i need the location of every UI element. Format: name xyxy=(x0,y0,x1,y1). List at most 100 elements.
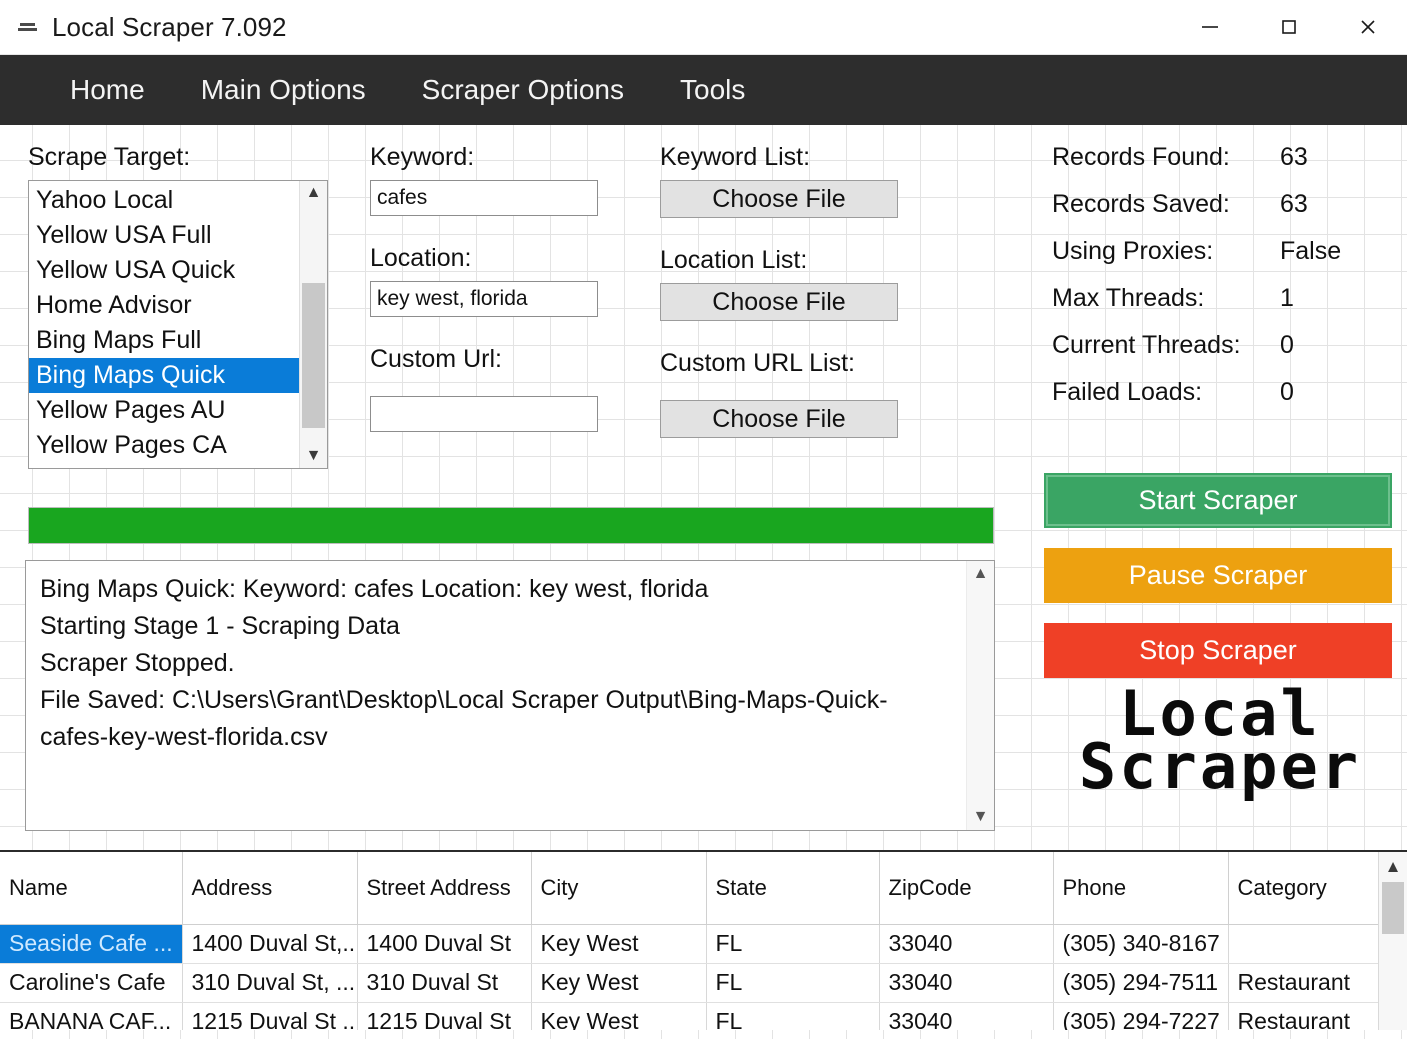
table-cell-category[interactable]: Restaurant xyxy=(1228,963,1378,1002)
window-title: Local Scraper 7.092 xyxy=(52,12,287,43)
table-row[interactable]: Caroline's Cafe 310 Duval St, ... 310 Du… xyxy=(0,963,1378,1002)
table-cell-street-address[interactable]: 1400 Duval St xyxy=(357,924,531,963)
scrape-progress-bar xyxy=(28,507,994,544)
table-cell-category[interactable] xyxy=(1228,924,1378,963)
table-cell-address[interactable]: 1215 Duval St ... xyxy=(182,1002,357,1030)
scrollbar-thumb[interactable] xyxy=(1382,882,1404,934)
list-item[interactable]: Yellow USA Full xyxy=(29,218,299,253)
list-item[interactable]: Yahoo Local xyxy=(29,183,299,218)
column-header-phone[interactable]: Phone xyxy=(1053,852,1228,924)
table-cell-phone[interactable]: (305) 294-7511 xyxy=(1053,963,1228,1002)
scrape-target-scrollbar[interactable]: ▲ ▼ xyxy=(299,181,327,468)
table-header-row: Name Address Street Address City State Z… xyxy=(0,852,1378,924)
stat-value: 1 xyxy=(1280,284,1294,313)
stat-failed-loads: Failed Loads: 0 xyxy=(1052,378,1392,425)
column-header-name[interactable]: Name xyxy=(0,852,182,924)
stat-label: Max Threads: xyxy=(1052,284,1204,313)
data-grid-scrollbar[interactable]: ▲ xyxy=(1378,852,1407,1030)
stat-value: 63 xyxy=(1280,143,1308,172)
list-item[interactable]: Yellow Pages CA xyxy=(29,428,299,463)
table-cell-city[interactable]: Key West xyxy=(531,1002,706,1030)
list-item[interactable]: Yellow Pages AU xyxy=(29,393,299,428)
table-cell-state[interactable]: FL xyxy=(706,963,879,1002)
table-cell-phone[interactable]: (305) 340-8167 xyxy=(1053,924,1228,963)
scrollbar-track[interactable] xyxy=(300,201,327,448)
column-header-city[interactable]: City xyxy=(531,852,706,924)
table-cell-name[interactable]: Seaside Cafe ... xyxy=(0,924,182,963)
menu-item-home[interactable]: Home xyxy=(42,68,173,112)
custom-url-label: Custom Url: xyxy=(370,345,610,374)
location-list-choose-file-button[interactable]: Choose File xyxy=(660,283,898,321)
column-header-street-address[interactable]: Street Address xyxy=(357,852,531,924)
column-header-address[interactable]: Address xyxy=(182,852,357,924)
scrape-target-listbox[interactable]: Yahoo Local Yellow USA Full Yellow USA Q… xyxy=(28,180,328,469)
main-content-area: Scrape Target: Yahoo Local Yellow USA Fu… xyxy=(0,125,1407,1039)
location-field-group: Location: xyxy=(370,244,610,317)
location-list-group: Location List: Choose File xyxy=(660,246,900,321)
chevron-up-icon[interactable]: ▲ xyxy=(973,566,989,582)
table-cell-street-address[interactable]: 1215 Duval St xyxy=(357,1002,531,1030)
table-row[interactable]: BANANA CAF... 1215 Duval St ... 1215 Duv… xyxy=(0,1002,1378,1030)
chevron-down-icon[interactable]: ▼ xyxy=(973,809,989,825)
menu-item-tools[interactable]: Tools xyxy=(652,68,773,112)
keyword-list-choose-file-button[interactable]: Choose File xyxy=(660,180,898,218)
stat-current-threads: Current Threads: 0 xyxy=(1052,331,1392,378)
stat-label: Records Saved: xyxy=(1052,190,1230,219)
table-cell-name[interactable]: Caroline's Cafe xyxy=(0,963,182,1002)
chevron-up-icon[interactable]: ▲ xyxy=(1385,858,1402,875)
column-header-zipcode[interactable]: ZipCode xyxy=(879,852,1053,924)
table-row[interactable]: Seaside Cafe ... 1400 Duval St,... 1400 … xyxy=(0,924,1378,963)
table-cell-city[interactable]: Key West xyxy=(531,963,706,1002)
app-logo-icon xyxy=(14,14,40,40)
stop-scraper-button[interactable]: Stop Scraper xyxy=(1044,623,1392,678)
list-item[interactable]: Yellow USA Quick xyxy=(29,253,299,288)
keyword-list-group: Keyword List: Choose File xyxy=(660,143,900,218)
table-cell-address[interactable]: 1400 Duval St,... xyxy=(182,924,357,963)
custom-url-list-choose-file-button[interactable]: Choose File xyxy=(660,400,898,438)
keyword-list-label: Keyword List: xyxy=(660,143,900,172)
menu-item-main-options[interactable]: Main Options xyxy=(173,68,394,112)
start-scraper-button[interactable]: Start Scraper xyxy=(1044,473,1392,528)
scrollbar-thumb[interactable] xyxy=(302,283,325,429)
pause-scraper-button[interactable]: Pause Scraper xyxy=(1044,548,1392,603)
table-cell-state[interactable]: FL xyxy=(706,924,879,963)
progress-bar-fill xyxy=(29,508,993,543)
chevron-up-icon[interactable]: ▲ xyxy=(306,185,322,201)
log-scrollbar[interactable]: ▲ ▼ xyxy=(966,561,994,830)
log-output-box[interactable]: Bing Maps Quick: Keyword: cafes Location… xyxy=(25,560,995,831)
title-bar: Local Scraper 7.092 xyxy=(0,0,1407,55)
table-cell-address[interactable]: 310 Duval St, ... xyxy=(182,963,357,1002)
statistics-panel: Records Found: 63 Records Saved: 63 Usin… xyxy=(1052,143,1392,425)
minimize-button[interactable] xyxy=(1170,0,1249,55)
chevron-down-icon[interactable]: ▼ xyxy=(306,448,322,464)
keyword-input[interactable] xyxy=(370,180,598,216)
stat-records-found: Records Found: 63 xyxy=(1052,143,1392,190)
stat-records-saved: Records Saved: 63 xyxy=(1052,190,1392,237)
column-header-category[interactable]: Category xyxy=(1228,852,1378,924)
keyword-fields-column: Keyword: Location: Custom Url: xyxy=(370,143,610,460)
close-button[interactable] xyxy=(1328,0,1407,55)
log-output-text: Bing Maps Quick: Keyword: cafes Location… xyxy=(26,561,966,830)
table-cell-zipcode[interactable]: 33040 xyxy=(879,1002,1053,1030)
list-item[interactable]: Bing Maps Full xyxy=(29,323,299,358)
list-item-selected[interactable]: Bing Maps Quick xyxy=(29,358,299,393)
column-header-state[interactable]: State xyxy=(706,852,879,924)
table-cell-name[interactable]: BANANA CAF... xyxy=(0,1002,182,1030)
location-input[interactable] xyxy=(370,281,598,317)
maximize-button[interactable] xyxy=(1249,0,1328,55)
list-item[interactable]: Home Advisor xyxy=(29,288,299,323)
stat-value: 0 xyxy=(1280,378,1294,407)
menu-item-scraper-options[interactable]: Scraper Options xyxy=(394,68,652,112)
custom-url-input[interactable] xyxy=(370,396,598,432)
table-cell-phone[interactable]: (305) 294-7227 xyxy=(1053,1002,1228,1030)
table-cell-zipcode[interactable]: 33040 xyxy=(879,924,1053,963)
table-cell-state[interactable]: FL xyxy=(706,1002,879,1030)
table-cell-city[interactable]: Key West xyxy=(531,924,706,963)
table-cell-zipcode[interactable]: 33040 xyxy=(879,963,1053,1002)
table-cell-category[interactable]: Restaurant xyxy=(1228,1002,1378,1030)
results-table: Name Address Street Address City State Z… xyxy=(0,852,1378,1030)
data-grid-body: Name Address Street Address City State Z… xyxy=(0,852,1378,1030)
table-cell-street-address[interactable]: 310 Duval St xyxy=(357,963,531,1002)
scraper-action-buttons: Start Scraper Pause Scraper Stop Scraper xyxy=(1044,473,1392,698)
stat-label: Current Threads: xyxy=(1052,331,1241,360)
